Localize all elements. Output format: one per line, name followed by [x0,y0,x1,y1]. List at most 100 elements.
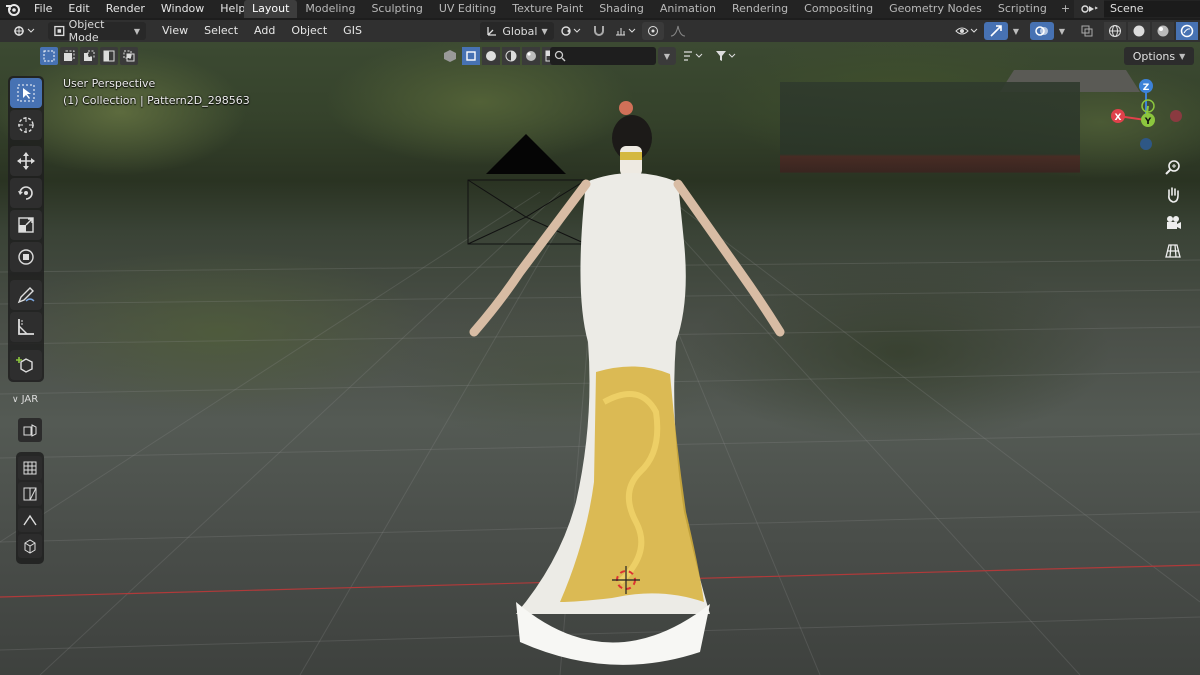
chevron-down-icon: ▼ [541,26,548,36]
search-icon [554,50,566,62]
menu-add[interactable]: Add [246,20,283,42]
pivot-point-button[interactable] [556,22,586,40]
filter-toggle-button[interactable]: ▼ [658,47,676,65]
gizmos-toggle-button[interactable] [984,22,1008,40]
square-icon [466,51,476,61]
falloff-curve-icon [670,25,686,37]
tab-uv-editing[interactable]: UV Editing [431,0,504,18]
move-arrows-icon [17,152,35,170]
filter-mesh-button[interactable] [482,47,500,65]
rotate-tool[interactable] [10,178,42,208]
falloff-button[interactable] [666,22,690,40]
floor-grid [0,101,1200,675]
snap-target-button[interactable] [612,22,640,40]
tab-rendering[interactable]: Rendering [724,0,796,18]
3d-viewport[interactable]: User Perspective (1) Collection | Patter… [0,42,1200,675]
pan-button[interactable] [1160,182,1186,208]
select-invert-button[interactable] [100,47,118,65]
object-mode-icon [54,25,65,37]
chevron-down-icon: ▼ [1179,51,1186,61]
curve-tool-button[interactable] [18,508,42,532]
pivot-icon [561,26,581,36]
zoom-button[interactable] [1160,154,1186,180]
filter-object-button[interactable] [462,47,480,65]
editor-type-button[interactable] [6,22,42,40]
cursor-tool[interactable] [10,110,42,140]
scene-selector[interactable]: Scene [1074,0,1200,18]
select-subtract-button[interactable] [80,47,98,65]
add-workspace-button[interactable]: + [1055,0,1076,18]
top-menu-bar: File Edit Render Window Help Layout Mode… [0,0,1200,18]
collection-color-icon[interactable] [440,47,460,65]
gizmos-dropdown[interactable]: ▼ [1010,22,1022,40]
mode-dropdown[interactable]: Object Mode ▼ [48,18,146,44]
shading-wireframe-button[interactable] [1104,22,1126,40]
jar-panel-header[interactable]: ∨ JAR [12,394,38,405]
funnel-filter-button[interactable] [712,47,740,65]
perspective-toggle-button[interactable] [1160,238,1186,264]
material-sphere-icon [1157,25,1169,37]
add-cube-tool[interactable] [10,350,42,380]
move-tool[interactable] [10,146,42,176]
visibility-selectability-button[interactable] [952,22,982,40]
tab-shading[interactable]: Shading [591,0,652,18]
tab-sculpting[interactable]: Sculpting [363,0,430,18]
select-subtract-icon [84,50,95,61]
menu-gis[interactable]: GIS [335,20,370,42]
tab-geometry-nodes[interactable]: Geometry Nodes [881,0,990,18]
tab-modeling[interactable]: Modeling [297,0,363,18]
half-sphere-icon [505,50,517,62]
xray-toggle-button[interactable] [1076,22,1098,40]
measure-tool[interactable] [10,312,42,342]
tab-layout[interactable]: Layout [244,0,298,18]
rotate-icon [18,186,33,200]
overlays-dropdown[interactable]: ▼ [1056,22,1068,40]
list-sort-icon [684,51,703,61]
snap-toggle-button[interactable] [588,22,610,40]
overlays-toggle-button[interactable] [1030,22,1054,40]
chevron-down-icon: ▼ [133,26,140,36]
camera-view-button[interactable] [1160,210,1186,236]
scale-tool[interactable] [10,210,42,240]
grid-tool-button[interactable] [18,456,42,480]
menu-object[interactable]: Object [283,20,335,42]
blender-logo-icon[interactable] [0,0,26,18]
split-tool-button[interactable] [18,482,42,506]
menu-file[interactable]: File [26,0,60,18]
proportional-edit-button[interactable] [642,22,664,40]
orientation-dropdown[interactable]: Global ▼ [480,22,554,40]
options-label: Options [1132,49,1176,63]
axis-x-label: X [1115,113,1122,123]
select-box-tool[interactable] [10,78,42,108]
navigation-gizmo[interactable]: Z X Y [1106,76,1186,156]
viewport-header: Object Mode ▼ View Select Add Object GIS… [0,18,1200,44]
shading-solid-button[interactable] [1128,22,1150,40]
filter-light-button[interactable] [522,47,540,65]
menu-select[interactable]: Select [196,20,246,42]
select-extend-button[interactable] [60,47,78,65]
shading-material-button[interactable] [1152,22,1174,40]
transform-tool[interactable] [10,242,42,272]
menu-render[interactable]: Render [98,0,153,18]
sort-list-button[interactable] [680,47,708,65]
filter-material-button[interactable] [502,47,520,65]
tab-compositing[interactable]: Compositing [796,0,881,18]
chevron-down-icon: ▼ [1058,26,1066,36]
cube-view-button[interactable] [18,534,42,558]
tab-animation[interactable]: Animation [652,0,724,18]
menu-window[interactable]: Window [153,0,212,18]
search-input[interactable] [550,47,656,65]
shading-rendered-button[interactable] [1176,22,1198,40]
annotate-tool[interactable] [10,280,42,310]
select-intersect-button[interactable] [120,47,138,65]
tab-texture-paint[interactable]: Texture Paint [504,0,591,18]
cursor-crosshair-icon [18,117,34,133]
editor-type-icon [14,26,35,36]
tab-scripting[interactable]: Scripting [990,0,1055,18]
orientation-axes-icon [487,27,497,36]
menu-view[interactable]: View [154,20,196,42]
jar-tool-button[interactable] [18,418,42,442]
select-new-button[interactable] [40,47,58,65]
menu-edit[interactable]: Edit [60,0,97,18]
options-button[interactable]: Options ▼ [1124,47,1194,65]
